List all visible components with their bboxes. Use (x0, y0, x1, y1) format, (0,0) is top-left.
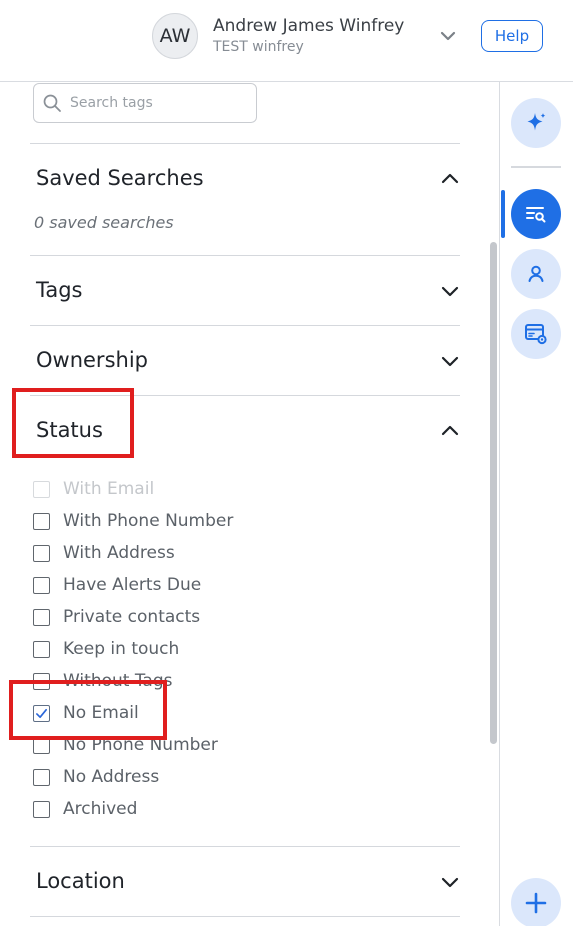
saved-searches-empty-text: 0 saved searches (34, 213, 174, 232)
person-icon (528, 265, 544, 282)
rail-card-settings-button[interactable] (511, 309, 561, 359)
checkbox[interactable] (33, 544, 50, 562)
plus-icon (525, 892, 547, 914)
divider (30, 916, 460, 917)
chevron-down-icon[interactable] (440, 351, 460, 371)
chevron-up-icon[interactable] (440, 169, 460, 189)
section-title-tags[interactable]: Tags (36, 278, 83, 302)
divider (30, 846, 460, 847)
highlight-box-status (12, 388, 134, 458)
checkbox[interactable] (33, 640, 50, 658)
rail-add-button[interactable] (511, 878, 561, 926)
chevron-down-icon[interactable] (440, 281, 460, 301)
divider (30, 143, 460, 144)
status-option-have-alerts-due[interactable]: Have Alerts Due (33, 573, 201, 597)
checkbox-label: Private contacts (63, 607, 201, 627)
checkbox[interactable] (33, 608, 50, 626)
sparkle-icon (527, 113, 546, 131)
chevron-down-icon[interactable] (440, 872, 460, 892)
search-tags-input[interactable] (70, 95, 240, 111)
checkbox-label: With Email (63, 479, 155, 499)
filter-panel: Saved Searches 0 saved searches Tags Own… (0, 82, 500, 926)
user-name: Andrew James Winfrey (213, 16, 405, 36)
user-org: TEST winfrey (213, 39, 304, 55)
divider (30, 325, 460, 326)
divider (30, 255, 460, 256)
status-option-private-contacts[interactable]: Private contacts (33, 605, 200, 629)
checkbox[interactable] (33, 480, 50, 498)
checkbox[interactable] (33, 512, 50, 530)
panel-scrollbar[interactable] (490, 242, 497, 744)
checkbox[interactable] (33, 800, 50, 818)
status-option-archived[interactable]: Archived (33, 797, 137, 821)
checkbox-label: Have Alerts Due (63, 575, 202, 595)
app-header: AW Andrew James Winfrey TEST winfrey Hel… (0, 0, 573, 82)
status-option-no-address[interactable]: No Address (33, 765, 159, 789)
checkbox[interactable] (33, 576, 50, 594)
rail-ai-button[interactable] (511, 98, 561, 148)
section-title-ownership[interactable]: Ownership (36, 348, 148, 372)
rail-search-filter-button[interactable] (511, 189, 561, 239)
status-option-keep-in-touch[interactable]: Keep in touch (33, 637, 179, 661)
card-settings-icon (525, 324, 547, 345)
checkbox[interactable] (33, 768, 50, 786)
avatar[interactable]: AW (152, 13, 198, 59)
help-button[interactable]: Help (481, 20, 543, 52)
checkbox-label: No Address (63, 767, 160, 787)
chevron-down-icon[interactable] (438, 26, 458, 46)
checkbox-label: With Address (63, 543, 175, 563)
highlight-box-no-email (9, 680, 167, 740)
search-icon (43, 94, 61, 112)
section-title-location[interactable]: Location (36, 869, 125, 893)
search-tags-field[interactable] (33, 83, 257, 123)
chevron-up-icon[interactable] (440, 421, 460, 441)
status-option-with-email[interactable]: With Email (33, 477, 154, 501)
search-list-icon (526, 207, 546, 223)
rail-separator (511, 166, 561, 168)
checkbox-label: With Phone Number (63, 511, 234, 531)
status-option-with-phone-number[interactable]: With Phone Number (33, 509, 233, 533)
section-title-saved-searches[interactable]: Saved Searches (36, 166, 204, 190)
rail-contacts-button[interactable] (511, 249, 561, 299)
rail-active-indicator (501, 190, 505, 238)
status-option-with-address[interactable]: With Address (33, 541, 175, 565)
checkbox-label: Archived (63, 799, 138, 819)
checkbox-label: Keep in touch (63, 639, 180, 659)
